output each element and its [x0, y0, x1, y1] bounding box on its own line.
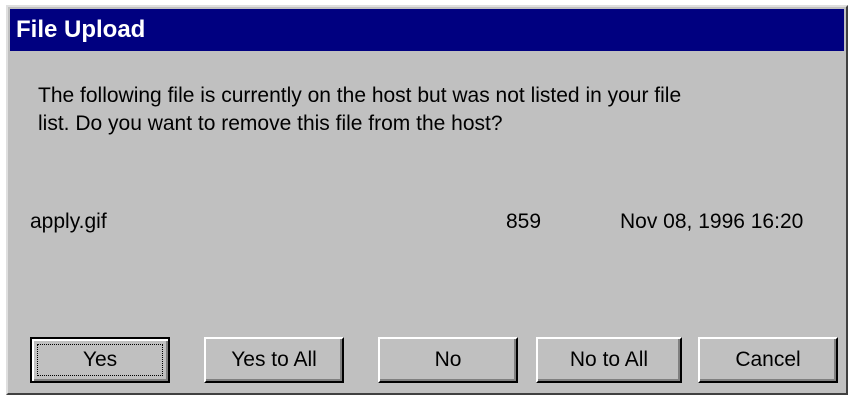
dialog-title: File Upload	[10, 9, 844, 51]
file-upload-dialog: File Upload The following file is curren…	[6, 5, 848, 395]
yes-to-all-button[interactable]: Yes to All	[204, 337, 344, 383]
no-to-all-button-label: No to All	[569, 348, 649, 371]
yes-button[interactable]: Yes	[30, 337, 170, 383]
yes-to-all-button-label: Yes to All	[231, 348, 317, 371]
no-to-all-button[interactable]: No to All	[536, 337, 682, 383]
message-line-2: list. Do you want to remove this file fr…	[38, 112, 503, 135]
cancel-button[interactable]: Cancel	[698, 337, 838, 383]
no-button[interactable]: No	[378, 337, 518, 383]
file-date: Nov 08, 1996 16:20	[620, 210, 804, 233]
cancel-button-label: Cancel	[735, 348, 801, 371]
file-name: apply.gif	[30, 210, 107, 233]
file-info-row: apply.gif 859 Nov 08, 1996 16:20	[30, 207, 850, 237]
no-button-label: No	[434, 348, 462, 371]
yes-button-label: Yes	[82, 348, 118, 371]
message-text: The following file is currently on the h…	[38, 82, 818, 138]
message-line-1: The following file is currently on the h…	[38, 84, 682, 107]
file-size: 859	[506, 210, 542, 233]
